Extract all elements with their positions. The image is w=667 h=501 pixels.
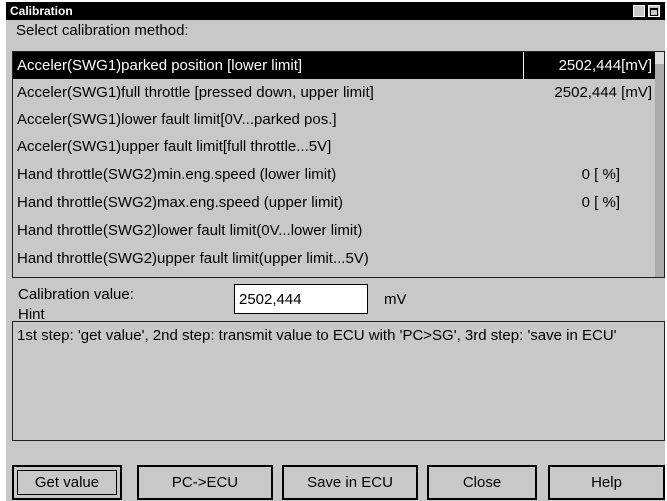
pc-ecu-button[interactable]: PC->ECU [137, 465, 273, 500]
hint-text: 1st step: 'get value', 2nd step: transmi… [12, 321, 665, 441]
method-label: Hand throttle(SWG2)upper fault limit(upp… [17, 250, 369, 267]
get-value-label: Get value [34, 474, 100, 491]
method-label: Hand throttle(SWG2)min.eng.speed (lower … [17, 166, 337, 183]
list-scrollbar[interactable] [655, 52, 664, 277]
calibration-method-list[interactable]: Acceler(SWG1)parked position [lower limi… [12, 51, 665, 278]
list-item[interactable]: Acceler(SWG1)lower fault limit[0V...park… [13, 106, 656, 133]
maximize-icon [650, 8, 658, 16]
window-title: Calibration [10, 4, 73, 18]
list-item[interactable]: Hand throttle(SWG2)lower fault limit(0V.… [13, 217, 656, 244]
method-value: 2502,444[mV] [558, 57, 652, 74]
help-label: Help [591, 474, 622, 491]
title-bar[interactable]: Calibration [6, 2, 665, 20]
close-button[interactable]: Close [427, 465, 537, 500]
minimize-button[interactable] [633, 5, 645, 17]
close-label: Close [462, 474, 502, 491]
list-item[interactable]: Acceler(SWG1)parked position [lower limi… [13, 52, 656, 79]
method-label: Acceler(SWG1)parked position [lower limi… [17, 57, 303, 74]
pc-ecu-label: PC->ECU [171, 474, 239, 491]
method-label: Acceler(SWG1)full throttle [pressed down… [17, 84, 374, 101]
list-item[interactable]: Acceler(SWG1)full throttle [pressed down… [13, 79, 656, 106]
help-button[interactable]: Help [548, 465, 665, 500]
scroll-up-button[interactable] [655, 52, 664, 64]
method-value: 0 [ %] [581, 194, 620, 211]
save-in-ecu-button[interactable]: Save in ECU [282, 465, 418, 500]
method-label: Hand throttle(SWG2)lower fault limit(0V.… [17, 222, 363, 239]
method-value: 2502,444 [mV] [554, 84, 652, 101]
maximize-button[interactable] [648, 5, 660, 17]
list-item[interactable]: Hand throttle(SWG2)upper fault limit(upp… [13, 245, 656, 272]
method-label: Hand throttle(SWG2)max.eng.speed (upper … [17, 194, 343, 211]
get-value-button[interactable]: Get value [12, 465, 122, 500]
list-item[interactable]: Acceler(SWG1)upper fault limit[full thro… [13, 133, 656, 160]
method-value: 0 [ %] [581, 166, 620, 183]
calibration-value-label: Calibration value: [18, 286, 134, 303]
calibration-window: Calibration Select calibration method: A… [6, 2, 665, 501]
list-item[interactable]: Hand throttle(SWG2)min.eng.speed (lower … [13, 161, 656, 188]
calibration-unit: mV [384, 291, 407, 308]
method-label: Acceler(SWG1)lower fault limit[0V...park… [17, 111, 337, 128]
calibration-value-input[interactable] [234, 284, 368, 314]
column-separator [523, 52, 524, 79]
save-in-ecu-label: Save in ECU [307, 474, 393, 491]
method-label: Acceler(SWG1)upper fault limit[full thro… [17, 138, 332, 155]
select-method-label: Select calibration method: [16, 22, 189, 39]
list-item[interactable]: Hand throttle(SWG2)max.eng.speed (upper … [13, 189, 656, 216]
